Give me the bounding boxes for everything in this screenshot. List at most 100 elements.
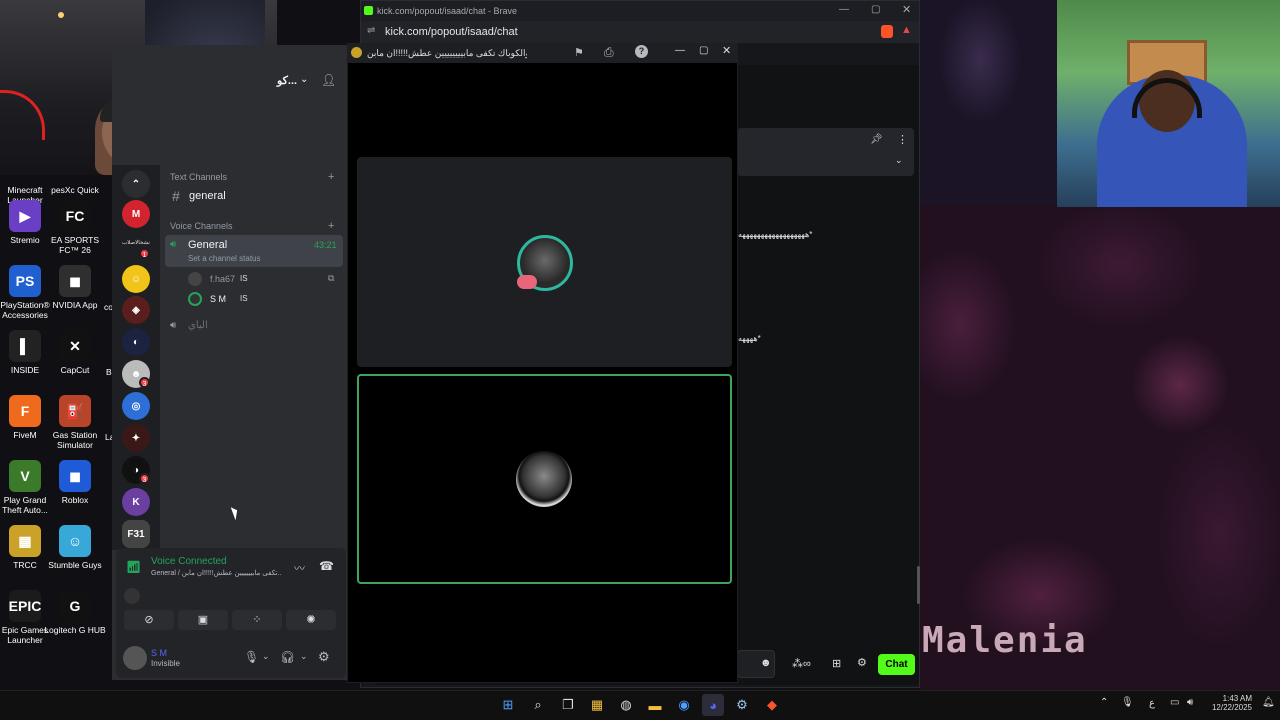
tray-chevron-up-icon[interactable]: ⌃ <box>1100 697 1108 708</box>
voice-member[interactable]: S M IS <box>188 291 338 307</box>
noise-suppression-icon[interactable]: 〰 <box>294 560 305 576</box>
user-name[interactable]: S M <box>151 648 167 658</box>
url-text[interactable]: kick.com/popout/isaad/chat <box>385 26 518 38</box>
wallpaper-art-top <box>920 0 1060 205</box>
network-icon[interactable]: ▭ <box>1170 697 1179 708</box>
chrome-icon[interactable]: ◉ <box>673 694 695 716</box>
member-name: f.ha67 <box>210 274 236 284</box>
discord-taskbar-icon[interactable]: ◕ <box>702 694 724 716</box>
desktop-shortcut[interactable]: ◼ Roblox <box>44 460 106 505</box>
maximize-icon[interactable]: ▢ <box>871 4 880 15</box>
maximize-icon[interactable]: ▢ <box>699 45 708 56</box>
desktop-shortcut[interactable]: G Logitech G HUB <box>44 590 106 635</box>
activities-button[interactable]: ⁘ <box>232 610 282 630</box>
search-icon[interactable]: ⌕ <box>527 694 549 716</box>
server-menu-chevron-icon[interactable]: ⌄ <box>300 74 308 85</box>
kick-chat-input[interactable]: ☻ <box>737 650 775 678</box>
kick-chat-scrollbar[interactable] <box>917 566 920 604</box>
desktop-shortcut-label: CapCut <box>60 365 90 375</box>
file-explorer-icon[interactable]: ▬ <box>644 694 666 716</box>
close-icon[interactable]: ✕ <box>722 44 731 57</box>
desktop-shortcut[interactable]: ◈pesXc Quick <box>44 150 106 195</box>
site-settings-icon[interactable]: ⇌ <box>367 25 375 36</box>
add-text-channel-icon[interactable]: + <box>328 171 334 183</box>
headphones-chevron-icon[interactable]: ⌄ <box>300 651 308 662</box>
voice-location[interactable]: General / تكفى مابيييييين عطش!!!!!ان ماب… <box>151 569 281 577</box>
user-avatar[interactable] <box>123 646 147 670</box>
participant-tile[interactable] <box>357 157 732 367</box>
camera-off-button[interactable]: ⊘ <box>124 610 174 630</box>
gift-icon[interactable]: ⊞ <box>832 657 841 670</box>
microphone-icon[interactable]: 🎙︎ <box>244 650 259 664</box>
soundboard-button[interactable]: ✺ <box>286 610 336 630</box>
server-name[interactable]: كو... <box>277 74 297 87</box>
brave-rewards-icon[interactable]: ▲ <box>901 24 912 36</box>
guild-icon[interactable]: ⌃ <box>122 170 150 198</box>
infinity-text: ∞ <box>803 658 811 670</box>
mic-chevron-icon[interactable]: ⌄ <box>262 651 270 662</box>
voice-member[interactable]: f.ha67 IS ⧉ <box>188 271 338 287</box>
participant-avatar <box>516 451 572 507</box>
screen-share-button[interactable]: ▣ <box>178 610 228 630</box>
voice-channel-name: General <box>188 239 228 251</box>
threads-icon[interactable]: ⚑ <box>574 46 584 59</box>
desktop-shortcut[interactable]: ☺ Stumble Guys <box>44 525 106 570</box>
text-channels-header[interactable]: Text Channels <box>170 172 227 182</box>
chat-settings-icon[interactable]: ⚙ <box>857 656 867 669</box>
task-view-icon[interactable]: ❐ <box>557 694 579 716</box>
store-icon[interactable]: ▦ <box>586 694 608 716</box>
disconnect-icon[interactable]: ☎ <box>319 559 334 573</box>
brave-shields-icon[interactable] <box>881 25 893 38</box>
voice-channel-other[interactable]: الياي <box>188 320 208 331</box>
guild-icon[interactable]: ✦ <box>122 424 150 452</box>
guild-icon[interactable]: ◐ <box>122 328 150 356</box>
guild-icon[interactable]: ☺ <box>122 265 150 293</box>
brave-taskbar-icon[interactable]: ◆ <box>761 694 783 716</box>
chat-line-1: ههههههههههههههههههه* <box>738 230 813 239</box>
desktop-shortcut[interactable]: FC EA SPORTS FC™ 26 <box>44 200 106 255</box>
input-language[interactable]: ع <box>1149 698 1155 709</box>
desktop-shortcut[interactable]: ◼ NVIDIA App <box>44 265 106 310</box>
address-bar[interactable]: ⇌ kick.com/popout/isaad/chat ▲ <box>361 21 919 43</box>
guild-icon-f31[interactable]: F31 <box>122 520 150 548</box>
tray-microphone-icon[interactable]: 🎙︎ <box>1121 697 1134 708</box>
voice-channels-header[interactable]: Voice Channels <box>170 221 233 231</box>
headphones-icon[interactable]: 🎧︎ <box>280 650 295 664</box>
invite-people-icon[interactable]: 👤︎ <box>321 73 336 87</box>
guild-icon[interactable]: ◎ <box>122 392 150 420</box>
kick-points-icon[interactable]: ⁂∞ <box>792 657 811 670</box>
tray-clock[interactable]: 1:43 AM 12/22/2025 <box>1206 694 1252 712</box>
pin-icon[interactable]: 📌︎ <box>870 134 883 145</box>
avatar <box>188 272 202 286</box>
steam-icon[interactable]: ⚙ <box>731 694 753 716</box>
more-options-icon[interactable]: ⋮ <box>897 133 908 146</box>
gta-icon: V <box>9 460 41 492</box>
desktop-shortcut[interactable]: ⛽ Gas Station Simulator <box>44 395 106 450</box>
guild-icon[interactable]: K <box>122 488 150 516</box>
user-settings-gear-icon[interactable]: ⚙ <box>318 649 330 665</box>
guild-icon[interactable]: M <box>122 200 150 228</box>
help-icon[interactable]: ? <box>635 45 648 58</box>
minimize-icon[interactable]: — <box>839 4 849 15</box>
volume-icon[interactable]: 🔊︎ <box>1187 697 1193 708</box>
chat-send-button[interactable]: Chat <box>878 654 915 675</box>
participant-tile-speaking[interactable] <box>357 374 732 584</box>
guild-icon[interactable]: ◈ <box>122 296 150 324</box>
user-status: Invisible <box>151 659 180 668</box>
start-icon[interactable]: ⊞ <box>497 694 519 716</box>
desktop-shortcut[interactable]: ✕ CapCut <box>44 330 106 375</box>
notification-icon[interactable]: 🔔︎ <box>1262 697 1275 708</box>
kick-pinned-message[interactable]: 📌︎ ⋮ ⌄ <box>737 128 914 176</box>
text-channel-general[interactable]: general <box>189 190 226 202</box>
close-icon[interactable]: ✕ <box>902 3 911 16</box>
channel-status[interactable]: Set a channel status <box>188 254 261 263</box>
minimize-icon[interactable]: — <box>675 45 685 56</box>
emoji-icon[interactable]: ☻ <box>760 657 772 669</box>
voice-channel-general[interactable]: 🔊︎ General 43:21 Set a channel status <box>165 235 343 267</box>
chevron-down-icon[interactable]: ⌄ <box>895 155 903 166</box>
add-voice-channel-icon[interactable]: + <box>328 220 334 232</box>
voice-connected-status[interactable]: Voice Connected <box>151 556 227 567</box>
inbox-icon[interactable]: ⎙ <box>604 45 614 60</box>
app-icon[interactable]: ◍ <box>615 694 637 716</box>
fivem-icon: F <box>9 395 41 427</box>
